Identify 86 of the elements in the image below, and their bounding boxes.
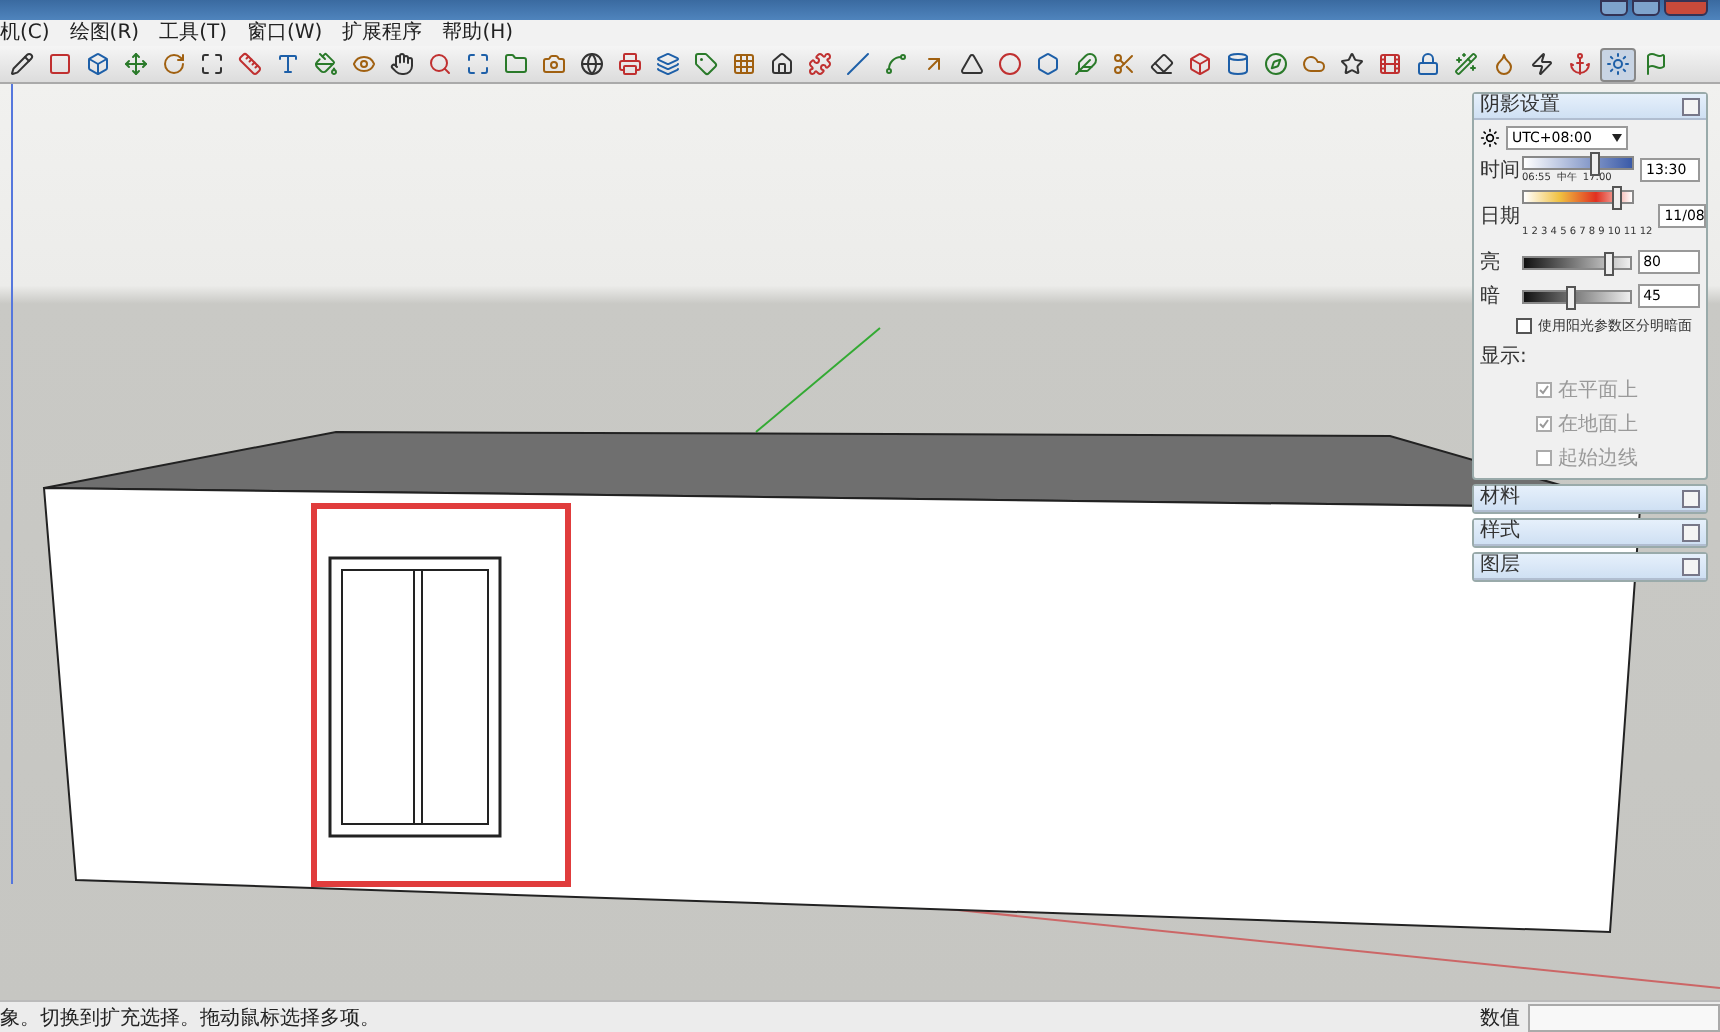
panel-title: 材料 xyxy=(1480,486,1520,510)
collapsed-panel[interactable]: 样式 xyxy=(1472,518,1708,548)
depth-axis-line xyxy=(755,327,881,433)
tool-icon xyxy=(390,52,414,76)
tool-icon xyxy=(1226,52,1250,76)
slider-thumb[interactable] xyxy=(1590,152,1601,176)
pin-icon[interactable] xyxy=(1682,489,1700,507)
tool-icon xyxy=(580,52,604,76)
tool-icon xyxy=(618,52,642,76)
tool-icon xyxy=(48,52,72,76)
pin-icon[interactable] xyxy=(1682,523,1700,541)
menu-item[interactable]: 工具(T) xyxy=(159,21,227,45)
dropdown-icon xyxy=(1612,134,1622,142)
time-slider[interactable] xyxy=(1522,156,1634,170)
tool-icon xyxy=(1568,52,1592,76)
tool-icon xyxy=(1454,52,1478,76)
tool-icon xyxy=(960,52,984,76)
panel-title: 图层 xyxy=(1480,554,1520,578)
tool-icon xyxy=(314,52,338,76)
tool-icon xyxy=(1530,52,1554,76)
panel-title: 样式 xyxy=(1480,520,1520,544)
tool-icon xyxy=(1188,52,1212,76)
menu-item[interactable]: 绘图(R) xyxy=(69,21,140,45)
checkbox-label: 在平面上 xyxy=(1558,377,1638,404)
tool-icon xyxy=(1036,52,1060,76)
tool-icon xyxy=(1302,52,1326,76)
pin-icon[interactable] xyxy=(1682,557,1700,575)
tool-icon xyxy=(352,52,376,76)
section-label: 显示: xyxy=(1480,344,1529,370)
tool-icon xyxy=(922,52,946,76)
menu-item[interactable]: 帮助(H) xyxy=(442,21,514,45)
sun-icon xyxy=(1480,128,1500,148)
tool-icon xyxy=(1150,52,1174,76)
collapsed-panel[interactable]: 图层 xyxy=(1472,552,1708,582)
field-label: 时间 xyxy=(1480,157,1516,184)
close-button[interactable] xyxy=(1664,0,1708,16)
tool-icon xyxy=(124,52,148,76)
tool-icon xyxy=(1378,52,1402,76)
checkbox[interactable] xyxy=(1516,318,1532,334)
slider-thumb[interactable] xyxy=(1603,251,1614,275)
tool-icon xyxy=(238,52,262,76)
tool-icon xyxy=(732,52,756,76)
menu-item[interactable]: 机(C) xyxy=(0,21,50,45)
checkbox-label: 起始边线 xyxy=(1558,445,1638,472)
field-label: 暗 xyxy=(1480,283,1502,310)
tool-icon xyxy=(694,52,718,76)
date-slider[interactable] xyxy=(1522,190,1634,204)
tool-icon xyxy=(884,52,908,76)
field-label: 亮 xyxy=(1480,249,1502,276)
tool-icon xyxy=(1112,52,1136,76)
menu-item[interactable]: 窗口(W) xyxy=(246,21,323,45)
tool-icon xyxy=(846,52,870,76)
tool-icon xyxy=(656,52,680,76)
slider-thumb[interactable] xyxy=(1612,186,1623,210)
tool-icon xyxy=(504,52,528,76)
measurements-field[interactable] xyxy=(1528,1003,1720,1031)
tool-button[interactable] xyxy=(1600,47,1636,81)
tool-icon xyxy=(1492,52,1516,76)
minimize-button[interactable] xyxy=(1600,0,1628,16)
tool-icon xyxy=(162,52,186,76)
tool-icon xyxy=(770,52,794,76)
tool-icon xyxy=(998,52,1022,76)
tool-icon xyxy=(1264,52,1288,76)
measurements-label: 数值 xyxy=(1480,1005,1520,1031)
tool-icon xyxy=(1074,52,1098,76)
panel-title: 阴影设置 xyxy=(1480,94,1560,118)
tool-icon xyxy=(1340,52,1364,76)
tool-icon xyxy=(200,52,224,76)
maximize-button[interactable] xyxy=(1632,0,1660,16)
collapsed-panel[interactable]: 材料 xyxy=(1472,484,1708,514)
menu-item[interactable]: 扩展程序 xyxy=(342,21,423,45)
tool-icon xyxy=(466,52,490,76)
tool-icon xyxy=(428,52,452,76)
tool-icon xyxy=(10,52,34,76)
field-label: 日期 xyxy=(1480,203,1516,230)
tool-icon xyxy=(1606,52,1630,76)
status-message: 象。切换到扩充选择。拖动鼠标选择多项。 xyxy=(0,1005,380,1031)
tool-icon xyxy=(1416,52,1440,76)
tool-icon xyxy=(276,52,300,76)
pin-icon[interactable] xyxy=(1682,97,1700,115)
tool-icon xyxy=(808,52,832,76)
tool-icon xyxy=(542,52,566,76)
slider-thumb[interactable] xyxy=(1566,285,1577,309)
tool-icon xyxy=(86,52,110,76)
tool-icon xyxy=(1644,52,1668,76)
checkbox-label: 在地面上 xyxy=(1558,411,1638,438)
